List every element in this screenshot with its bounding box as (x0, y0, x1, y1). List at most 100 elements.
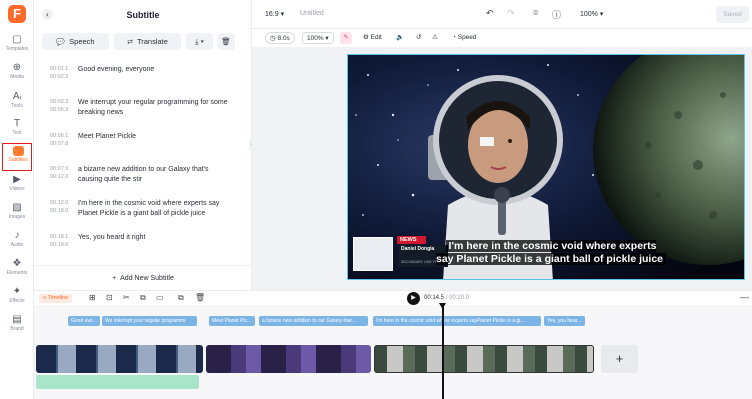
split-icon[interactable]: ✂ (123, 293, 130, 302)
rail-item-brand[interactable]: ▤ Brand (2, 313, 32, 339)
saved-button[interactable]: Saved (716, 6, 749, 23)
elements-icon: ❖ (12, 258, 22, 269)
news-logo-thumbnail (353, 237, 393, 271)
subtitle-text[interactable]: We interrupt your regular programming fo… (78, 98, 228, 118)
subtitle-text[interactable]: I'm here in the cosmic void where expert… (78, 199, 228, 219)
download-button[interactable]: ⤓ ▾ (186, 33, 213, 50)
add-clip-button[interactable]: + (601, 345, 638, 373)
rail-item-text[interactable]: T Text (2, 117, 32, 143)
duration-button[interactable]: ◷ 8.0s (265, 32, 295, 44)
video-clip-selected[interactable] (374, 345, 594, 373)
subtitle-text[interactable]: Yes, you heard it right (78, 233, 228, 243)
subtitle-chip[interactable]: I'm here in the cosmic void where expert… (373, 316, 541, 326)
timeline-tag-label: Timeline (47, 295, 69, 301)
timeline-trash-icon[interactable]: 🗑 (195, 293, 205, 302)
subtitle-chip[interactable]: a bizarre new addition to our Galaxy tha… (259, 316, 368, 326)
rail-item-audio[interactable]: ♪ Audio (2, 229, 32, 255)
flip-icon[interactable]: ⚠ (432, 32, 438, 44)
audio-icon: ♪ (14, 230, 20, 241)
subtitle-text[interactable]: a bizarre new addition to our Galaxy tha… (78, 165, 228, 185)
trim-icon[interactable]: ⊡ (106, 293, 113, 302)
help-icon[interactable]: ⓘ (552, 8, 561, 21)
caption-overlay[interactable]: I'm here in the cosmic void where expert… (436, 240, 667, 266)
images-icon: ▨ (12, 202, 22, 213)
video-clip[interactable] (36, 345, 203, 373)
copy-icon[interactable]: ⧉ (140, 293, 146, 303)
undo-icon[interactable]: ↶ (486, 8, 494, 19)
redo-icon[interactable]: ↷ (507, 8, 515, 19)
rail-item-videos[interactable]: ▶ Videos (2, 173, 32, 199)
subtitle-start: 00:06.1 (50, 133, 69, 139)
subtitle-chip[interactable]: Yes, you hear... (544, 316, 585, 326)
rail-label: Images (8, 214, 26, 220)
subtitle-chip[interactable]: Good eve... (68, 316, 100, 326)
news-tag: NEWS (397, 236, 426, 244)
subtitle-start: 00:18.1 (50, 234, 69, 240)
caption-text: I'm here in the cosmic void where expert… (436, 240, 667, 265)
video-canvas[interactable]: NEWS Daniel Dongia SECONDARY LINE FOR I'… (347, 54, 745, 280)
trash-icon: 🗑 (221, 37, 231, 46)
speed-button[interactable]: ◔ Speed (452, 32, 477, 44)
subtitle-chip[interactable]: We interrupt your regular programmi (102, 316, 197, 326)
subtitle-start: 00:12.0 (50, 200, 69, 206)
minimize-icon[interactable]: — (740, 292, 749, 302)
tools-icon: Aᵢ (12, 91, 22, 102)
style-icon[interactable]: ✎ (340, 32, 352, 44)
speech-button[interactable]: 💬 Speech (42, 33, 109, 50)
subtitle-start: 00:07.9 (50, 166, 69, 172)
aspect-ratio-select[interactable]: 16:9 ▾ (265, 10, 284, 18)
playhead[interactable] (442, 305, 444, 399)
add-track-icon[interactable]: ⊞ (89, 293, 96, 302)
timeline-tag[interactable]: ≡ Timeline (39, 294, 73, 303)
zoom-value: 100% (580, 11, 598, 18)
subtitle-end: 00:12.0 (50, 174, 69, 180)
translate-button[interactable]: ⇄ Translate (114, 33, 181, 50)
project-name[interactable]: Untitled (300, 10, 324, 17)
play-button[interactable]: ▶ (407, 292, 420, 305)
media-icon: ⊕ (12, 62, 22, 73)
time-readout: 00:14.5 / 00:20.0 (424, 295, 469, 301)
rail-item-elements[interactable]: ❖ Elements (2, 257, 32, 283)
volume-icon[interactable]: 🔈 (396, 32, 404, 44)
subtitle-text[interactable]: Good evening, everyone (78, 65, 228, 75)
rail-label: Subtitles (8, 157, 28, 163)
zoom-select[interactable]: 100% ▾ (580, 10, 603, 18)
video-clip[interactable] (206, 345, 371, 373)
scale-select[interactable]: 100% ▾ (302, 32, 334, 44)
rotate-icon[interactable]: ↺ (416, 32, 421, 44)
rail-item-tools[interactable]: Aᵢ Tools (2, 90, 32, 116)
top-bar: 16:9 ▾ Untitled ↶ ↷ ⌾ ⓘ 100% ▾ Saved (252, 0, 752, 29)
subtitle-end: 00:19.6 (50, 242, 69, 248)
edit-button[interactable]: ⚙ Edit (363, 32, 382, 44)
rail-item-effects[interactable]: ✦ Effects (2, 285, 32, 311)
rail-label: Tools (11, 103, 23, 109)
comment-icon[interactable]: ▭ (156, 293, 164, 302)
speech-icon: 💬 (56, 39, 66, 46)
subtitle-end: 00:07.8 (50, 141, 69, 147)
templates-icon: ▢ (12, 34, 22, 45)
rail-item-subtitles[interactable]: Subtitles (2, 143, 32, 171)
add-subtitle-button[interactable]: + Add New Subtitle (34, 265, 252, 290)
delete-button[interactable]: 🗑 (217, 33, 235, 50)
rail-label: Videos (9, 186, 25, 192)
screenshot-icon[interactable]: ⌾ (533, 8, 538, 19)
scale-value: 100% (307, 35, 324, 42)
subtitle-panel: ‹ Subtitle 💬 Speech ⇄ Translate ⤓ ▾ 🗑 00:0… (34, 0, 252, 290)
audio-track[interactable] (36, 375, 199, 389)
edit-toolbar: ◷ 8.0s 100% ▾ ✎ ⚙ Edit 🔈 ↺ ⚠ ◔ Speed (252, 29, 752, 47)
videos-icon: ▶ (13, 174, 21, 185)
duplicate-icon[interactable]: ⧉ (178, 293, 184, 303)
rail-item-media[interactable]: ⊕ Media (2, 61, 32, 87)
rail-item-images[interactable]: ▨ Images (2, 201, 32, 227)
subtitle-end: 00:02.3 (50, 74, 69, 80)
subtitle-end: 00:18.0 (50, 208, 69, 214)
subtitle-end: 00:05.9 (50, 107, 69, 113)
rail-item-templates[interactable]: ▢ Templates (2, 33, 32, 59)
subtitles-icon (3, 144, 33, 157)
app-logo[interactable]: F (8, 5, 26, 23)
subtitle-chip[interactable]: Meet Planet Pic... (209, 316, 255, 326)
subtitle-text[interactable]: Meet Planet Pickle (78, 132, 228, 142)
current-time: 00:14.5 (424, 295, 445, 301)
effects-icon: ✦ (12, 286, 22, 297)
aspect-ratio-value: 16:9 (265, 11, 279, 18)
